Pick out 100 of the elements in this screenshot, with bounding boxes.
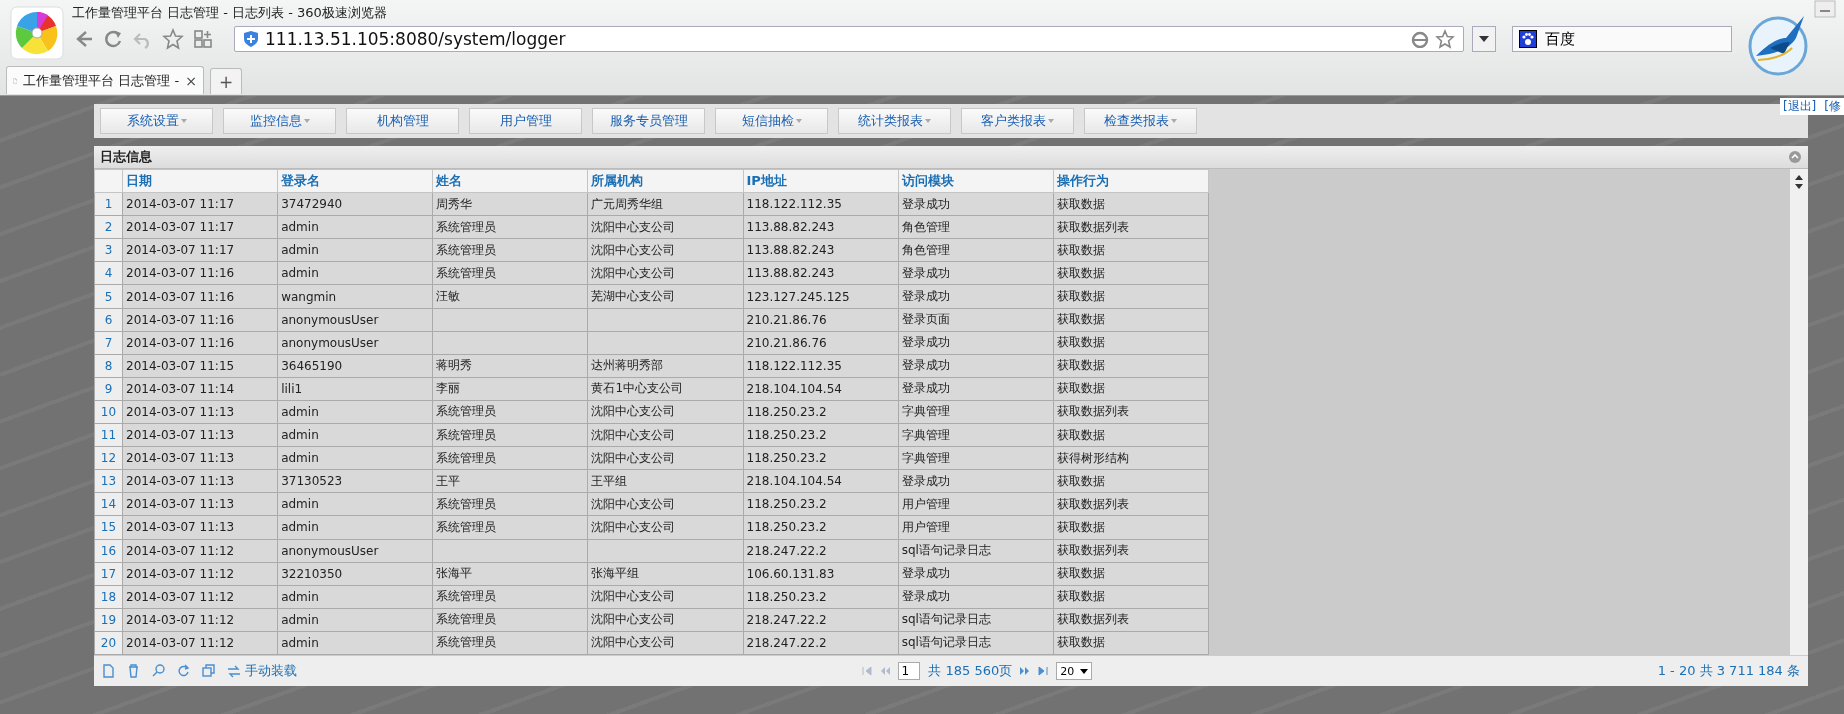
browser-tab[interactable]: 工作量管理平台 日志管理 - × [6, 66, 204, 94]
table-cell: 芜湖中心支公司 [587, 284, 743, 309]
table-cell: 2014-03-07 11:12 [122, 585, 278, 609]
scroll-down-icon[interactable] [1795, 184, 1803, 189]
collapse-icon[interactable] [1788, 150, 1802, 164]
table-cell: 获取数据列表 [1053, 539, 1209, 563]
table-cell: 张海平组 [587, 562, 743, 586]
table-cell: 获取数据 [1053, 261, 1209, 285]
new-page-icon[interactable] [102, 664, 115, 678]
table-cell: 登录成功 [898, 331, 1054, 355]
menu-button[interactable]: 用户管理 [469, 108, 582, 134]
scroll-up-icon[interactable] [1795, 175, 1803, 180]
pinwheel-logo-icon[interactable] [10, 6, 64, 60]
panel-title: 日志信息 [100, 148, 152, 166]
table-cell: 张海平 [432, 562, 588, 586]
table-cell: 登录成功 [898, 377, 1054, 401]
table-cell: admin [277, 423, 433, 447]
next-page-icon[interactable] [1020, 666, 1031, 676]
table-cell: 沈阳中心支公司 [587, 515, 743, 539]
table-cell: 获取数据 [1053, 562, 1209, 586]
table-cell: admin [277, 608, 433, 632]
refresh-icon[interactable] [177, 664, 190, 678]
trash-icon[interactable] [127, 664, 140, 678]
caret-icon [1080, 668, 1089, 674]
column-header[interactable]: IP地址 [743, 169, 899, 193]
table-cell: 角色管理 [898, 238, 1054, 262]
search-icon[interactable] [152, 664, 165, 678]
table-cell: 118.250.23.2 [743, 492, 899, 516]
row-number: 15 [94, 515, 123, 539]
table-cell: 沈阳中心支公司 [587, 608, 743, 632]
table-cell: 沈阳中心支公司 [587, 585, 743, 609]
column-header[interactable]: 登录名 [277, 169, 433, 193]
table-cell: 106.60.131.83 [743, 562, 899, 586]
table-cell: 2014-03-07 11:16 [122, 284, 278, 309]
table-cell: 获取数据 [1053, 377, 1209, 401]
previous-page-icon[interactable] [880, 666, 891, 676]
menu-button[interactable]: 监控信息 [223, 108, 336, 134]
row-number: 8 [94, 354, 123, 378]
menu-button[interactable]: 检查类报表 [1084, 108, 1197, 134]
row-number: 1 [94, 192, 123, 216]
refresh-icon[interactable] [102, 28, 124, 50]
new-tab-button[interactable]: + [210, 68, 242, 94]
header-link[interactable]: [修 [1824, 99, 1841, 114]
swap-arrows-icon [227, 664, 241, 678]
minimize-icon[interactable] [1814, 0, 1836, 18]
table-cell: 2014-03-07 11:16 [122, 331, 278, 355]
table-cell: 王平组 [587, 469, 743, 493]
menu-button[interactable]: 机构管理 [346, 108, 459, 134]
dropdown-button[interactable] [1472, 26, 1496, 52]
table-cell: 118.250.23.2 [743, 515, 899, 539]
table-cell: 118.250.23.2 [743, 423, 899, 447]
row-number: 4 [94, 261, 123, 285]
close-tab-button[interactable]: × [185, 72, 197, 89]
row-number: 7 [94, 331, 123, 355]
table-cell: 获取数据 [1053, 331, 1209, 355]
header-link[interactable]: [退出] [1782, 99, 1817, 114]
column-header[interactable]: 所属机构 [587, 169, 743, 193]
first-page-icon[interactable] [862, 666, 873, 676]
table-cell: 角色管理 [898, 215, 1054, 239]
table-cell: 获取数据 [1053, 515, 1209, 539]
star-icon[interactable] [162, 28, 184, 50]
table-cell: 登录成功 [898, 261, 1054, 285]
table-cell: 沈阳中心支公司 [587, 631, 743, 655]
address-field[interactable]: 111.13.51.105:8080/system/logger [234, 26, 1464, 52]
table-cell: 36465190 [277, 354, 433, 378]
paw-icon [1519, 30, 1537, 48]
table-cell: admin [277, 400, 433, 424]
row-number: 2 [94, 215, 123, 239]
table-cell: 113.88.82.243 [743, 261, 899, 285]
grid-icon[interactable] [192, 28, 214, 50]
column-header[interactable]: 日期 [122, 169, 278, 193]
table-cell: 2014-03-07 11:15 [122, 354, 278, 378]
last-page-icon[interactable] [1038, 666, 1049, 676]
table-cell: 字典管理 [898, 423, 1054, 447]
table-cell: 系统管理员 [432, 238, 588, 262]
table-cell: 王平 [432, 469, 588, 493]
menu-button[interactable]: 服务专员管理 [592, 108, 705, 134]
page-size-select[interactable]: 20 [1056, 662, 1093, 680]
table-cell: 字典管理 [898, 446, 1054, 470]
table-cell: 2014-03-07 11:17 [122, 215, 278, 239]
column-header[interactable]: 访问模块 [898, 169, 1054, 193]
page-input[interactable]: 1 [898, 662, 921, 680]
menu-button[interactable]: 客户类报表 [961, 108, 1074, 134]
star-icon[interactable] [1435, 29, 1455, 49]
table-cell: 广元周秀华组 [587, 192, 743, 216]
table-cell: anonymousUser [277, 331, 433, 355]
table-cell: 2014-03-07 11:13 [122, 515, 278, 539]
menu-button[interactable]: 系统设置 [100, 108, 213, 134]
reload-button[interactable]: 手动装载 [227, 662, 297, 680]
table-cell: sql语句记录日志 [898, 631, 1054, 655]
window-icon[interactable] [202, 664, 215, 678]
menu-button[interactable]: 短信抽检 [715, 108, 828, 134]
search-field[interactable]: 百度 [1512, 26, 1732, 52]
column-header[interactable]: 姓名 [432, 169, 588, 193]
menu-button[interactable]: 统计类报表 [838, 108, 951, 134]
column-header[interactable]: 操作行为 [1053, 169, 1209, 193]
table-cell: 登录成功 [898, 562, 1054, 586]
table-cell: 210.21.86.76 [743, 308, 899, 332]
table-cell: 37472940 [277, 192, 433, 216]
row-number: 11 [94, 423, 123, 447]
